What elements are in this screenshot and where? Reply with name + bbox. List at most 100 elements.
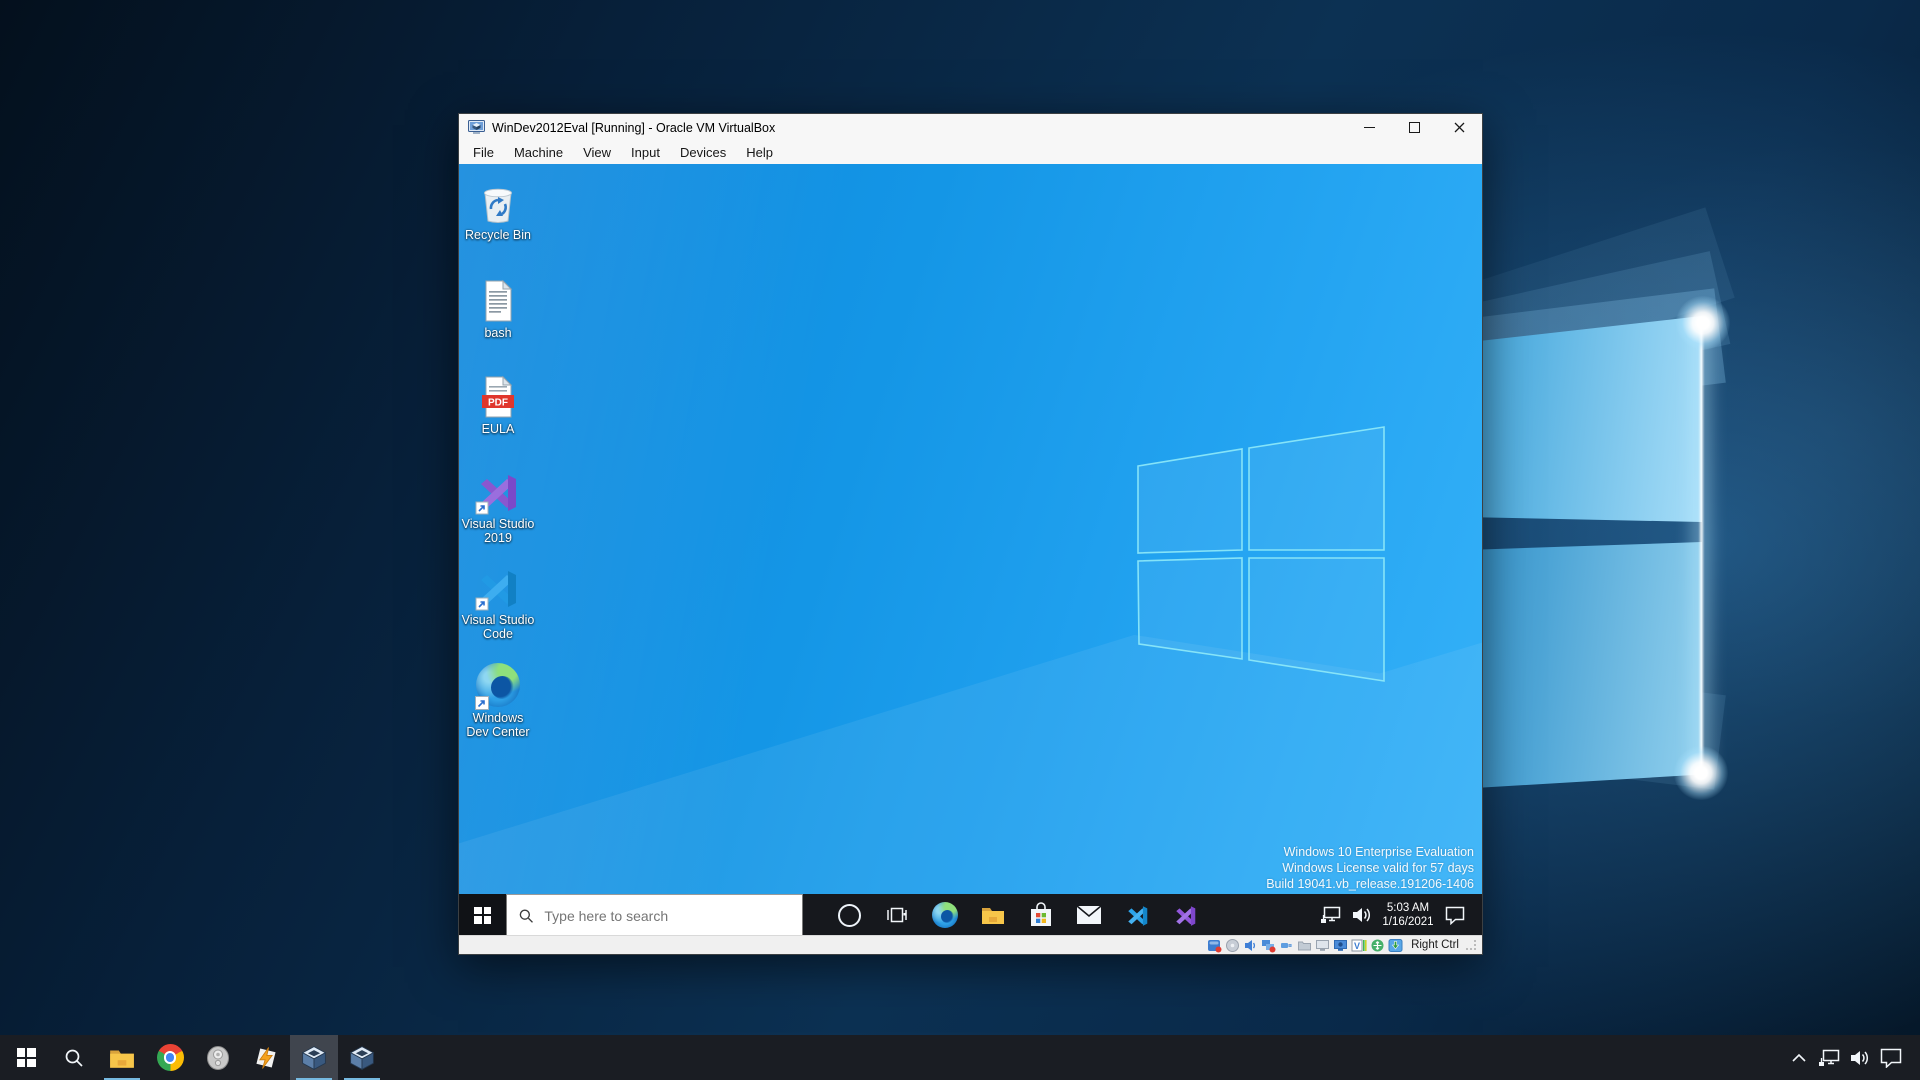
host-taskbar	[0, 1035, 1920, 1080]
maximize-button[interactable]	[1392, 114, 1437, 141]
task-view-button[interactable]	[873, 894, 921, 936]
host-chrome-button[interactable]	[146, 1035, 194, 1080]
visual-studio-icon	[475, 469, 521, 515]
watermark-line: Build 19041.vb_release.191206-1406	[1266, 877, 1474, 891]
pdf-document-icon: PDF	[475, 374, 521, 420]
menu-devices[interactable]: Devices	[670, 141, 736, 164]
store-icon	[1031, 902, 1051, 926]
clock-time: 5:03 AM	[1386, 902, 1430, 914]
hero-logo-edge	[1700, 320, 1703, 772]
windows-start-icon	[16, 1048, 36, 1067]
hard-disks-icon[interactable]	[1207, 938, 1222, 953]
menu-file[interactable]: File	[463, 141, 504, 164]
virtualbox-vm-icon	[468, 120, 485, 134]
guest-network-tray-button[interactable]	[1316, 894, 1346, 936]
guest-volume-tray-button[interactable]	[1346, 894, 1376, 936]
edge-icon	[932, 902, 958, 928]
menubar: File Machine View Input Devices Help	[459, 141, 1482, 164]
visual-studio-button[interactable]	[1161, 894, 1209, 936]
network-icon	[1321, 906, 1341, 923]
desktop-icon-bash[interactable]: bash	[461, 278, 535, 341]
guest-start-button[interactable]	[459, 894, 506, 936]
usb-icon[interactable]	[1279, 938, 1294, 953]
speaker-app-icon	[207, 1045, 229, 1070]
file-explorer-button[interactable]	[969, 894, 1017, 936]
guest-taskbar-icons	[825, 894, 1209, 936]
guest-search-box[interactable]	[506, 894, 803, 936]
watermark-line: Windows 10 Enterprise Evaluation	[1283, 845, 1474, 859]
menu-help[interactable]: Help	[736, 141, 783, 164]
guest-taskbar: 5:03 AM 1/16/2021	[459, 894, 1482, 936]
minimize-button[interactable]	[1347, 114, 1392, 141]
host-virtualbox-button-active[interactable]	[290, 1035, 338, 1080]
recording-icon[interactable]	[1333, 938, 1348, 953]
vs-code-icon	[1127, 905, 1147, 926]
cortana-icon	[837, 903, 861, 927]
menu-view[interactable]: View	[573, 141, 621, 164]
evaluation-watermark: Windows 10 Enterprise Evaluation Windows…	[1266, 844, 1474, 892]
keyboard-capture-icon[interactable]	[1388, 938, 1403, 953]
network-adapters-icon[interactable]	[1261, 938, 1276, 953]
desktop-icon-label: Recycle Bin	[465, 228, 531, 242]
text-document-icon	[475, 278, 521, 324]
desktop-icon-windows-dev-center[interactable]: Windows Dev Center	[461, 662, 535, 739]
lens-flare	[1674, 746, 1728, 800]
visual-studio-code-icon	[475, 565, 521, 611]
chrome-icon	[156, 1044, 184, 1071]
search-input[interactable]	[542, 906, 790, 925]
host-winamp-button[interactable]	[242, 1035, 290, 1080]
desktop-icon-eula[interactable]: PDF EULA	[461, 374, 535, 437]
guest-action-center-button[interactable]	[1440, 894, 1470, 936]
window-titlebar[interactable]: WinDev2012Eval [Running] - Oracle VM Vir…	[459, 114, 1482, 141]
menu-input[interactable]: Input	[621, 141, 670, 164]
search-icon	[519, 908, 533, 923]
menu-machine[interactable]: Machine	[504, 141, 573, 164]
task-view-icon	[887, 907, 907, 923]
clock-date: 1/16/2021	[1382, 916, 1434, 928]
close-icon	[1454, 122, 1465, 133]
lens-flare	[1676, 296, 1730, 350]
guest-screen: Recycle Bin bash PDF EULA Visual Studio …	[459, 164, 1482, 936]
display-icon[interactable]	[1315, 938, 1330, 953]
desktop-icon-label: EULA	[481, 422, 515, 436]
host-network-tray-button[interactable]	[1816, 1035, 1842, 1080]
vm-features-icon[interactable]: V	[1351, 938, 1367, 953]
host-audio-player-button[interactable]	[194, 1035, 242, 1080]
volume-icon	[1353, 908, 1371, 922]
host-search-button[interactable]	[50, 1035, 98, 1080]
file-explorer-icon	[110, 1049, 134, 1068]
optical-drives-icon[interactable]	[1225, 938, 1240, 953]
network-icon	[1819, 1049, 1840, 1066]
audio-icon[interactable]	[1243, 938, 1258, 953]
virtualbox-icon	[349, 1045, 375, 1070]
virtualbox-window: WinDev2012Eval [Running] - Oracle VM Vir…	[458, 113, 1483, 955]
host-hidden-icons-button[interactable]	[1786, 1035, 1812, 1080]
winamp-icon	[256, 1046, 276, 1069]
window-title: WinDev2012Eval [Running] - Oracle VM Vir…	[492, 120, 776, 135]
close-button[interactable]	[1437, 114, 1482, 141]
action-center-icon	[1880, 1048, 1902, 1068]
desktop-icon-visual-studio-2019[interactable]: Visual Studio 2019	[461, 469, 535, 545]
mouse-integration-icon[interactable]	[1370, 938, 1385, 953]
shared-folders-icon[interactable]	[1297, 938, 1312, 953]
svg-text:V: V	[1354, 941, 1360, 951]
mail-button[interactable]	[1065, 894, 1113, 936]
host-action-center-button[interactable]	[1876, 1035, 1906, 1080]
desktop-icon-recycle-bin[interactable]: Recycle Bin	[461, 180, 535, 243]
resize-grip[interactable]	[1466, 940, 1476, 950]
host-file-explorer-button[interactable]	[98, 1035, 146, 1080]
virtualbox-icon	[301, 1045, 327, 1070]
desktop-icon-label: Visual Studio Code	[461, 613, 535, 641]
host-key-label: Right Ctrl	[1411, 939, 1459, 951]
edge-button[interactable]	[921, 894, 969, 936]
host-virtualbox-button[interactable]	[338, 1035, 386, 1080]
visual-studio-icon	[1175, 905, 1195, 926]
host-start-button[interactable]	[2, 1035, 50, 1080]
vs-code-button[interactable]	[1113, 894, 1161, 936]
host-system-tray	[1786, 1035, 1920, 1080]
host-volume-tray-button[interactable]	[1846, 1035, 1872, 1080]
store-button[interactable]	[1017, 894, 1065, 936]
desktop-icon-visual-studio-code[interactable]: Visual Studio Code	[461, 565, 535, 641]
cortana-button[interactable]	[825, 894, 873, 936]
guest-clock[interactable]: 5:03 AM 1/16/2021	[1376, 901, 1440, 929]
